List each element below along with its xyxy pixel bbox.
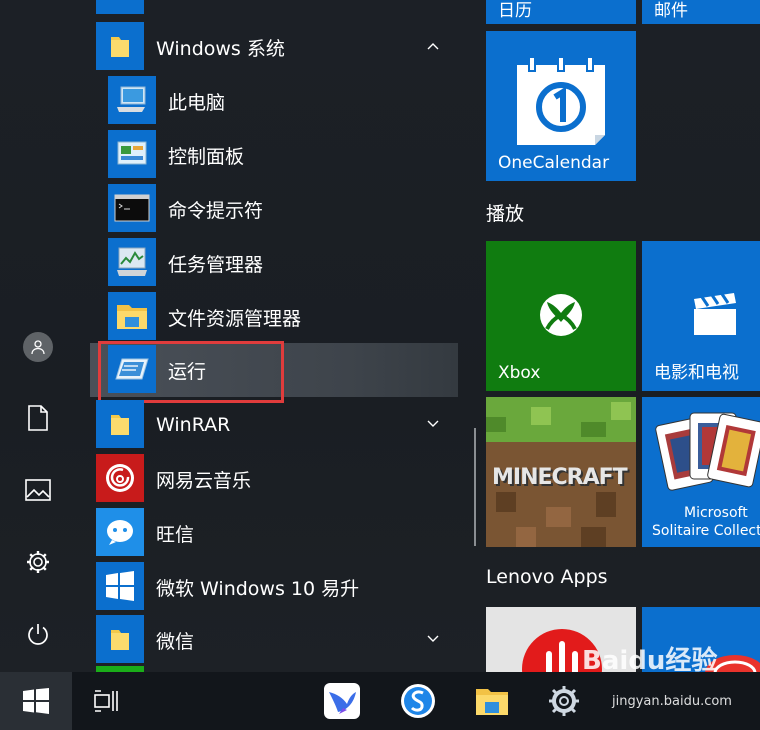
computer-icon bbox=[108, 76, 156, 124]
baidu-watermark-url: jingyan.baidu.com bbox=[612, 694, 732, 709]
app-item-winrar[interactable]: WinRAR bbox=[90, 398, 460, 452]
taskbar-app-settings[interactable] bbox=[544, 681, 584, 721]
list-item[interactable] bbox=[90, 0, 460, 18]
task-view-button[interactable] bbox=[87, 681, 127, 721]
taskbar-app-feishu[interactable] bbox=[322, 681, 362, 721]
tile-onecalendar[interactable]: OneCalendar bbox=[486, 31, 636, 181]
start-menu: Windows 系统 此电脑 控制面板 命令提示符 任务管理器 文件资源管理器 bbox=[0, 0, 760, 672]
windows-logo-icon bbox=[96, 562, 144, 610]
power-icon bbox=[28, 624, 48, 645]
tile-movies-tv[interactable]: 电影和电视 bbox=[642, 241, 760, 391]
folder-icon bbox=[96, 615, 144, 663]
app-item-command-prompt[interactable]: 命令提示符 bbox=[90, 182, 460, 236]
tile-calendar[interactable]: 日历 bbox=[486, 0, 636, 24]
tile-group-title: 播放 bbox=[486, 203, 525, 225]
tile-group-title: Lenovo Apps bbox=[486, 566, 608, 588]
app-label: 任务管理器 bbox=[168, 253, 264, 276]
chevron-up-icon[interactable] bbox=[424, 37, 442, 55]
tile-label: OneCalendar bbox=[498, 153, 610, 173]
app-label: 旺信 bbox=[156, 523, 195, 546]
tile-label: 邮件 bbox=[654, 1, 688, 21]
chevron-down-icon[interactable] bbox=[424, 630, 442, 648]
tile-mail[interactable]: 邮件 bbox=[642, 0, 760, 24]
app-item-this-pc[interactable]: 此电脑 bbox=[90, 74, 460, 128]
tile-label: Microsoft bbox=[684, 505, 748, 521]
minecraft-logo-text: MINECRAFT bbox=[492, 465, 628, 490]
app-label: WinRAR bbox=[156, 414, 231, 436]
app-item-control-panel[interactable]: 控制面板 bbox=[90, 128, 460, 182]
tile-xbox[interactable]: Xbox bbox=[486, 241, 636, 391]
app-label: 文件资源管理器 bbox=[168, 307, 302, 330]
tile-label: Xbox bbox=[498, 363, 541, 383]
folder-icon bbox=[96, 400, 144, 448]
playing-cards-icon bbox=[655, 412, 760, 491]
task-view-icon bbox=[94, 690, 118, 712]
app-item-wangxin[interactable]: 旺信 bbox=[90, 506, 460, 560]
gear-icon bbox=[549, 686, 579, 716]
windows-logo-icon bbox=[23, 688, 49, 714]
tile-minecraft[interactable]: MINECRAFT bbox=[486, 397, 636, 547]
taskbar-app-file-explorer[interactable] bbox=[472, 681, 512, 721]
app-item-windows-upgrade[interactable]: 微软 Windows 10 易升 bbox=[90, 560, 460, 614]
power-button[interactable] bbox=[0, 604, 76, 664]
file-explorer-icon bbox=[108, 292, 156, 340]
calendar-icon bbox=[517, 56, 605, 145]
chevron-down-icon[interactable] bbox=[424, 415, 442, 433]
control-panel-icon bbox=[108, 130, 156, 178]
app-item-netease-music[interactable]: 网易云音乐 bbox=[90, 452, 460, 506]
tile-solitaire[interactable]: Microsoft Solitaire Collect bbox=[642, 397, 760, 547]
app-label: 网易云音乐 bbox=[156, 469, 252, 492]
tile-label: 电影和电视 bbox=[654, 363, 739, 383]
highlight-annotation bbox=[98, 341, 284, 403]
gear-icon bbox=[27, 551, 49, 573]
app-label: 微信 bbox=[156, 630, 195, 653]
app-item-wechat[interactable]: 微信 bbox=[90, 613, 460, 667]
app-item-file-explorer[interactable]: 文件资源管理器 bbox=[90, 290, 460, 344]
group-label: Windows 系统 bbox=[156, 37, 285, 60]
app-icon bbox=[96, 0, 144, 14]
file-explorer-icon bbox=[476, 689, 508, 715]
pictures-button[interactable] bbox=[0, 460, 76, 520]
app-label: 微软 Windows 10 易升 bbox=[156, 577, 360, 600]
app-label: 此电脑 bbox=[168, 91, 226, 114]
user-account-button[interactable] bbox=[0, 317, 76, 377]
document-icon bbox=[28, 405, 48, 431]
clapperboard-icon bbox=[694, 293, 736, 335]
netease-music-icon bbox=[96, 454, 144, 502]
group-windows-system[interactable]: Windows 系统 bbox=[90, 20, 460, 74]
xbox-icon bbox=[540, 294, 582, 336]
bird-app-icon bbox=[324, 683, 360, 719]
start-button[interactable] bbox=[0, 672, 72, 730]
wangxin-icon bbox=[96, 508, 144, 556]
app-label: 控制面板 bbox=[168, 145, 245, 168]
folder-icon bbox=[96, 22, 144, 70]
scrollbar[interactable] bbox=[474, 428, 476, 546]
picture-icon bbox=[25, 479, 51, 501]
settings-button[interactable] bbox=[0, 532, 76, 592]
baidu-watermark: Baidu经验 bbox=[582, 646, 718, 676]
app-item-task-manager[interactable]: 任务管理器 bbox=[90, 236, 460, 290]
tile-label: 日历 bbox=[498, 1, 532, 21]
tile-label: Solitaire Collect bbox=[652, 523, 760, 539]
documents-button[interactable] bbox=[0, 388, 76, 448]
task-manager-icon bbox=[108, 238, 156, 286]
app-label: 命令提示符 bbox=[168, 199, 264, 222]
command-prompt-icon bbox=[108, 184, 156, 232]
user-icon bbox=[23, 332, 53, 362]
browser-icon bbox=[401, 684, 435, 718]
taskbar-app-sogou-browser[interactable] bbox=[398, 681, 438, 721]
